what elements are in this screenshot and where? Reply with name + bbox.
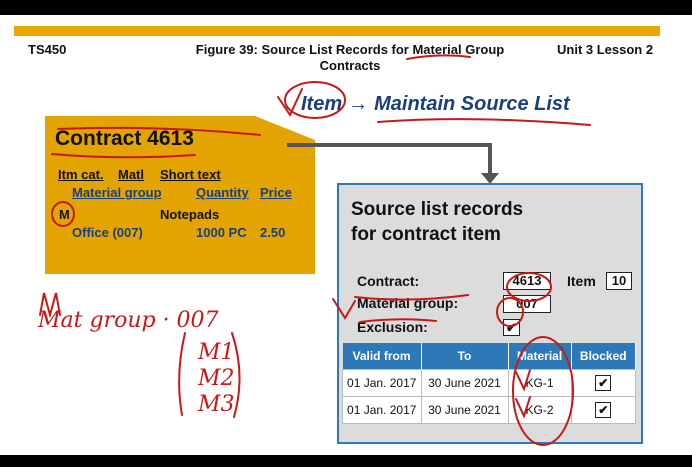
blocked-checkbox[interactable]: ✔ bbox=[595, 402, 612, 418]
col-price: Price bbox=[260, 185, 292, 200]
header-valid-from[interactable]: Valid from bbox=[342, 343, 422, 370]
exclusion-label: Exclusion: bbox=[357, 319, 428, 335]
arrow-right-icon: → bbox=[348, 93, 369, 115]
connector-line-down bbox=[488, 143, 492, 175]
ink-underline-maintain bbox=[377, 118, 591, 126]
valid-to-cell[interactable]: 30 June 2021 bbox=[420, 396, 509, 424]
ink-check-item bbox=[277, 88, 303, 118]
col-quantity: Quantity bbox=[196, 185, 249, 200]
contract-label: Contract: bbox=[357, 273, 420, 289]
exclusion-checkbox[interactable]: ✔ bbox=[503, 319, 520, 336]
valid-to-cell[interactable]: 30 June 2021 bbox=[420, 369, 509, 397]
panel-title-line2: for contract item bbox=[351, 224, 501, 245]
col-material-group: Material group bbox=[72, 185, 162, 200]
item-category-value: M bbox=[59, 207, 70, 222]
source-list-table: Valid from To Material Blocked 01 Jan. 2… bbox=[342, 343, 636, 424]
blocked-checkbox[interactable]: ✔ bbox=[595, 375, 612, 391]
header-material[interactable]: Material bbox=[508, 343, 572, 370]
panel-title-line1: Source list records bbox=[351, 199, 524, 220]
header-to[interactable]: To bbox=[421, 343, 509, 370]
ink-text-m2: M2 bbox=[197, 366, 235, 391]
table-row: 01 Jan. 2017 30 June 2021 KG-2 ✔ bbox=[342, 396, 636, 424]
material-group-label: Material group: bbox=[357, 295, 459, 311]
col-itm-cat: Itm cat. bbox=[58, 167, 104, 182]
figure-caption-line1: Figure 39: Source List Records for Mater… bbox=[195, 42, 505, 57]
item-field[interactable]: 10 bbox=[606, 272, 632, 290]
ink-text-mat-group: Mat group · 007 bbox=[37, 308, 219, 333]
material-cell[interactable]: KG-2 bbox=[507, 396, 572, 424]
valid-from-cell[interactable]: 01 Jan. 2017 bbox=[342, 369, 422, 397]
ink-bracket bbox=[178, 332, 186, 416]
valid-from-cell[interactable]: 01 Jan. 2017 bbox=[342, 396, 422, 424]
source-list-panel: Source list records for contract item Co… bbox=[337, 183, 643, 444]
col-matl: Matl bbox=[118, 167, 144, 182]
quantity-value: 1000 PC bbox=[196, 225, 247, 240]
table-row: 01 Jan. 2017 30 June 2021 KG-1 ✔ bbox=[342, 369, 636, 397]
slide: TS450 Figure 39: Source List Records for… bbox=[0, 15, 692, 455]
contract-title: Contract 4613 bbox=[55, 127, 194, 150]
course-code: TS450 bbox=[28, 42, 67, 57]
short-text-value: Notepads bbox=[160, 207, 220, 222]
col-short-text: Short text bbox=[160, 167, 221, 182]
page-fold-corner bbox=[255, 116, 315, 140]
unit-lesson: Unit 3 Lesson 2 bbox=[557, 42, 654, 57]
material-group-field[interactable]: 007 bbox=[503, 295, 551, 313]
figure-caption: Figure 39: Source List Records for Mater… bbox=[175, 42, 525, 74]
price-value: 2.50 bbox=[260, 225, 286, 240]
figure-caption-line2: Contracts bbox=[319, 58, 381, 73]
ink-scribble bbox=[39, 292, 61, 319]
header-blocked[interactable]: Blocked bbox=[571, 343, 636, 370]
table-header-row: Valid from To Material Blocked bbox=[342, 343, 636, 370]
blocked-cell: ✔ bbox=[570, 396, 636, 424]
ink-bracket-right bbox=[231, 332, 241, 418]
ink-text-m3: M3 bbox=[197, 392, 235, 417]
contract-field[interactable]: 4613 bbox=[503, 272, 551, 290]
ink-text-m1: M1 bbox=[197, 340, 235, 365]
menu-path: Item → Maintain Source List bbox=[301, 93, 570, 116]
menu-action[interactable]: Maintain Source List bbox=[374, 93, 570, 115]
panel-title: Source list records for contract item bbox=[351, 197, 523, 247]
menu-item[interactable]: Item bbox=[301, 93, 342, 115]
blocked-cell: ✔ bbox=[570, 369, 636, 397]
accent-bar bbox=[14, 26, 660, 36]
material-cell[interactable]: KG-1 bbox=[507, 369, 572, 397]
material-group-value: Office (007) bbox=[72, 225, 143, 240]
connector-line bbox=[287, 143, 492, 147]
item-label: Item bbox=[567, 273, 596, 289]
